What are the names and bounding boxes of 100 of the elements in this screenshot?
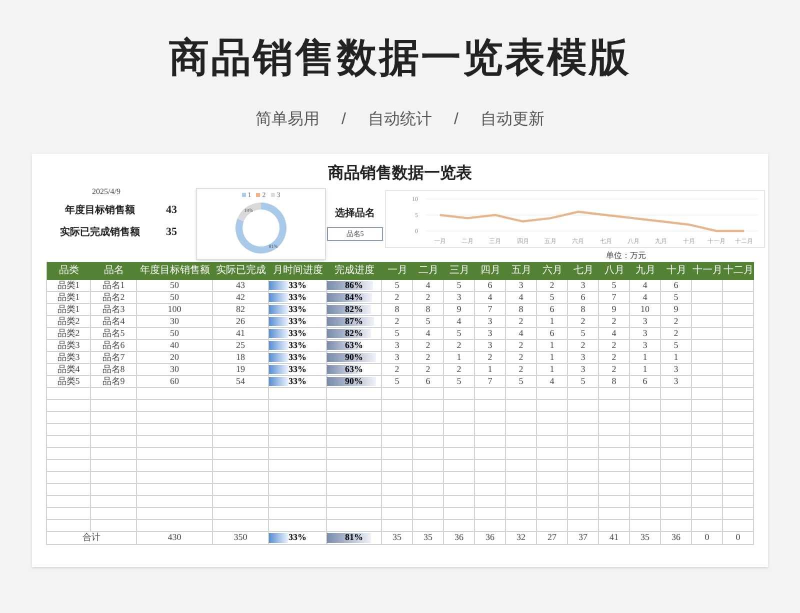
- empty-cell: [506, 472, 537, 484]
- progress-value: 33%: [288, 290, 306, 304]
- table-cell-text: 41: [610, 531, 618, 544]
- empty-cell: [599, 412, 630, 424]
- table-cell-text: 5: [394, 278, 400, 292]
- table-cell-text: 2: [426, 290, 430, 304]
- table-cell-text: 8: [394, 302, 400, 316]
- empty-cell: [269, 436, 327, 448]
- empty-cell: [444, 448, 475, 460]
- table-cell-text: 3: [488, 326, 492, 340]
- empty-cell: [213, 424, 269, 436]
- progress-value: 63%: [345, 362, 363, 376]
- empty-cell: [91, 436, 137, 448]
- table-cell-text: 2: [612, 362, 616, 376]
- column-header: 四月: [480, 265, 500, 277]
- empty-cell: [630, 508, 661, 520]
- empty-cell: [661, 412, 692, 424]
- empty-cell: [692, 424, 723, 436]
- table-cell-text: 6: [674, 278, 678, 292]
- empty-cell: [475, 484, 506, 496]
- empty-cell: [630, 436, 661, 448]
- empty-cell: [475, 424, 506, 436]
- table-cell-text: 9: [456, 302, 462, 316]
- table-cell-text: 4: [426, 278, 430, 292]
- table-cell-text: 6: [550, 326, 554, 340]
- empty-cell: [444, 460, 475, 472]
- table-cell-text: 9: [612, 302, 616, 316]
- feature-tag: 自动统计: [368, 108, 432, 132]
- empty-cell: [692, 436, 723, 448]
- table-cell-text: 10: [640, 302, 650, 316]
- table-cell-text: 1: [642, 350, 648, 364]
- unit-text: 单位：万元: [606, 250, 646, 262]
- empty-cell: [475, 436, 506, 448]
- table-cell-text: 1: [550, 338, 554, 352]
- empty-cell: [382, 472, 413, 484]
- table-cell-text: 3: [394, 350, 400, 364]
- empty-cell: [382, 508, 413, 520]
- table-cell-text: 1: [550, 362, 554, 376]
- table-cell-text: 4: [426, 326, 430, 340]
- table-cell-text: 1: [642, 362, 648, 376]
- empty-cell: [444, 424, 475, 436]
- table-cell-text: 5: [456, 278, 462, 292]
- table-cell-text: 8: [580, 302, 586, 316]
- table-cell-text: 60: [170, 374, 179, 388]
- table-cell-text: 7: [488, 374, 492, 388]
- empty-cell: [269, 424, 327, 436]
- empty-cell: [630, 424, 661, 436]
- empty-cell: [568, 448, 599, 460]
- empty-cell: [413, 436, 444, 448]
- table-cell-text: 20: [170, 350, 179, 364]
- table-cell-text: 41: [236, 326, 245, 340]
- empty-cell: [382, 424, 413, 436]
- table-cell-text: 4: [518, 290, 524, 304]
- table-cell-text: 6: [550, 302, 554, 316]
- empty-cell: [692, 400, 723, 412]
- table-cell-text: 3: [580, 362, 586, 376]
- empty-cell: [269, 448, 327, 460]
- empty-cell: [475, 412, 506, 424]
- progress-value: 33%: [288, 314, 306, 328]
- empty-cell: [568, 508, 599, 520]
- empty-cell: [692, 496, 723, 508]
- table-cell-text: 4: [550, 374, 554, 388]
- table-cell-text: 6: [580, 290, 586, 304]
- empty-cell: [91, 424, 137, 436]
- progress-value: 33%: [288, 531, 306, 544]
- table-cell-text: 合计: [82, 531, 100, 544]
- column-header: 二月: [418, 265, 438, 277]
- column-header: 品类: [59, 265, 79, 277]
- empty-cell: [327, 484, 382, 496]
- empty-cell: [661, 472, 692, 484]
- empty-cell: [269, 496, 327, 508]
- table-cell-text: 4: [456, 314, 462, 328]
- table-cell-text: 品名4: [102, 314, 125, 328]
- empty-cell: [630, 460, 661, 472]
- empty-cell: [537, 400, 568, 412]
- table-cell-text: 50: [170, 326, 179, 340]
- empty-cell: [599, 484, 630, 496]
- empty-cell: [661, 484, 692, 496]
- empty-cell: [537, 460, 568, 472]
- empty-cell: [723, 376, 754, 388]
- empty-cell: [599, 448, 630, 460]
- empty-cell: [723, 484, 754, 496]
- progress-value: 33%: [288, 338, 306, 352]
- empty-cell: [213, 484, 269, 496]
- empty-cell: [382, 436, 413, 448]
- table-cell-text: 32: [516, 531, 526, 544]
- table-cell-text: 2: [518, 350, 524, 364]
- progress-value: 63%: [345, 338, 363, 352]
- empty-cell: [661, 508, 692, 520]
- table-cell-text: 3: [674, 374, 678, 388]
- table-cell-text: 8: [518, 302, 524, 316]
- empty-cell: [630, 412, 661, 424]
- empty-cell: [382, 448, 413, 460]
- empty-cell: [661, 424, 692, 436]
- empty-cell: [413, 448, 444, 460]
- empty-cell: [599, 460, 630, 472]
- empty-cell: [630, 448, 661, 460]
- empty-cell: [723, 352, 754, 364]
- table-cell-text: 5: [550, 290, 554, 304]
- table-cell-text: 350: [234, 531, 248, 544]
